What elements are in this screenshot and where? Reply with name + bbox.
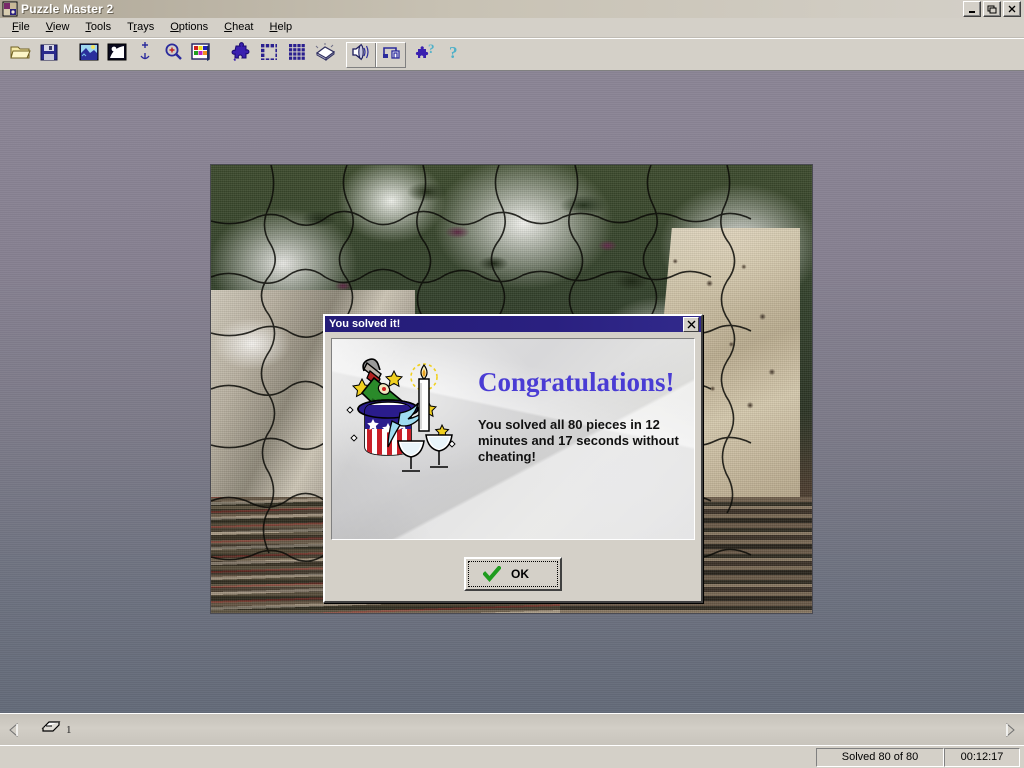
checkmark-icon: [482, 565, 502, 583]
menubar: File View Tools Trays Options Cheat Help: [0, 18, 1024, 38]
tray-count-label: 1: [66, 723, 72, 736]
svg-text:?: ?: [428, 42, 435, 56]
music-notes-icon: [380, 42, 402, 67]
restore-button[interactable]: [983, 1, 1001, 17]
grid-pieces-icon: [287, 42, 307, 67]
zoom-button[interactable]: [160, 42, 186, 68]
floppy-disk-icon: [39, 42, 59, 67]
tray-bar: 1: [0, 713, 1024, 745]
dialog-titlebar: You solved it!: [325, 316, 701, 332]
all-pieces-button[interactable]: [284, 42, 310, 68]
edge-frame-icon: [259, 42, 279, 67]
dialog-text-block: Congratulations! You solved all 80 piece…: [478, 369, 690, 465]
tray-slot-1[interactable]: 1: [40, 719, 72, 740]
menu-options[interactable]: Options: [162, 19, 216, 36]
edge-pieces-button[interactable]: [256, 42, 282, 68]
dialog-body: Congratulations! You solved all 80 piece…: [325, 332, 701, 601]
dialog-message-panel: Congratulations! You solved all 80 piece…: [331, 338, 695, 540]
table-surface-icon: [313, 41, 337, 68]
audio-toggle-group: [346, 41, 406, 68]
scroll-right-arrow[interactable]: [1000, 719, 1020, 741]
about-button[interactable]: ?: [442, 42, 468, 68]
close-button[interactable]: [1003, 1, 1021, 17]
photo-dark-icon: [106, 42, 128, 67]
speaker-icon: [350, 42, 372, 67]
magnifier-plus-icon: [163, 42, 183, 67]
scroll-left-arrow[interactable]: [4, 719, 24, 741]
preview-picture-button[interactable]: [104, 42, 130, 68]
minimize-button[interactable]: [963, 1, 981, 17]
window-titlebar: Puzzle Master 2: [0, 0, 1024, 18]
question-mark-icon: ?: [447, 42, 463, 67]
sound-toggle-button[interactable]: [347, 43, 375, 67]
menu-tools[interactable]: Tools: [77, 19, 119, 36]
save-puzzle-button[interactable]: [36, 42, 62, 68]
help-puzzle-button[interactable]: ?: [414, 41, 440, 68]
ok-button[interactable]: OK: [464, 557, 562, 591]
color-palette-icon: [190, 42, 212, 67]
menu-view[interactable]: View: [38, 19, 78, 36]
play-area[interactable]: You solved it! Congratulations! You solv…: [0, 71, 1024, 713]
folder-open-icon: [10, 42, 32, 67]
toolbar: ? ?: [0, 38, 1024, 71]
dialog-message: You solved all 80 pieces in 12 minutes a…: [478, 417, 679, 464]
puzzle-app-icon: [2, 1, 18, 17]
menu-trays[interactable]: Trays: [119, 19, 162, 36]
music-toggle-button[interactable]: [377, 43, 405, 67]
dialog-title: You solved it!: [329, 318, 401, 330]
dialog-close-button[interactable]: [683, 316, 699, 332]
ok-button-label: OK: [511, 567, 529, 581]
picture-icon: [78, 42, 100, 67]
new-picture-button[interactable]: [76, 42, 102, 68]
window-title: Puzzle Master 2: [21, 2, 114, 16]
celebration-champagne-icon: [340, 345, 472, 477]
move-crosshair-icon: [136, 41, 154, 68]
you-solved-it-dialog: You solved it! Congratulations! You solv…: [323, 314, 703, 603]
dialog-button-row: OK: [330, 540, 696, 591]
palette-button[interactable]: [188, 42, 214, 68]
status-solved-count: Solved 80 of 80: [816, 747, 944, 767]
status-elapsed-time: 00:12:17: [944, 747, 1020, 767]
piece-shape-button[interactable]: [228, 42, 254, 68]
congratulations-heading: Congratulations!: [478, 367, 675, 397]
puzzle-piece-icon: [231, 42, 251, 67]
menu-file[interactable]: File: [4, 19, 38, 36]
open-puzzle-button[interactable]: [8, 42, 34, 68]
svg-text:?: ?: [449, 43, 458, 62]
status-bar: Solved 80 of 80 00:12:17: [0, 745, 1024, 768]
puzzle-help-icon: ?: [415, 41, 439, 67]
table-button[interactable]: [312, 42, 338, 68]
move-button[interactable]: [132, 42, 158, 68]
window-controls: [963, 1, 1021, 17]
tray-icon: [40, 719, 62, 740]
application-window: Puzzle Master 2 File View Tools Trays Op: [0, 0, 1024, 768]
menu-help[interactable]: Help: [262, 19, 301, 36]
menu-cheat[interactable]: Cheat: [216, 19, 261, 36]
